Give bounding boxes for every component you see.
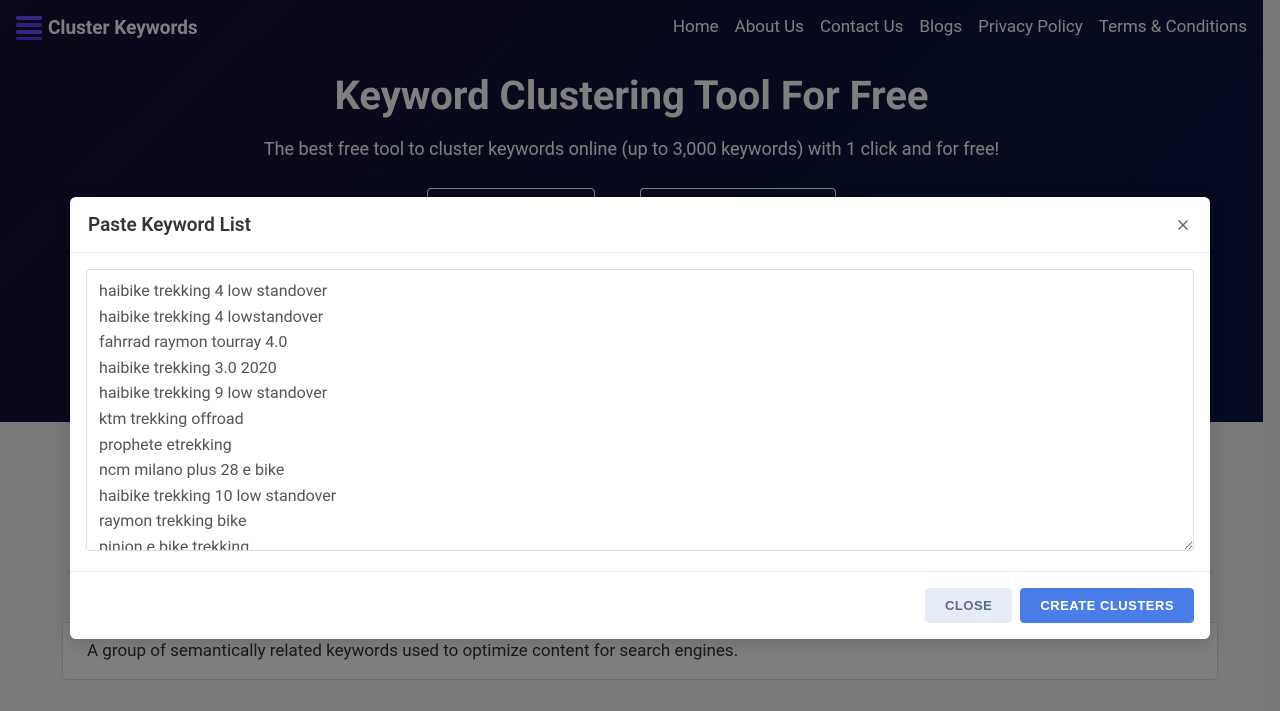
modal-footer: CLOSE CREATE CLUSTERS (70, 571, 1210, 639)
modal-title: Paste Keyword List (88, 213, 251, 236)
close-icon[interactable] (1174, 216, 1192, 234)
paste-keyword-modal: Paste Keyword List CLOSE CREATE CLUSTERS (70, 197, 1210, 639)
modal-body (70, 253, 1210, 571)
close-button[interactable]: CLOSE (925, 588, 1012, 623)
modal-header: Paste Keyword List (70, 197, 1210, 253)
keyword-textarea[interactable] (86, 269, 1194, 551)
create-clusters-button[interactable]: CREATE CLUSTERS (1020, 588, 1194, 623)
